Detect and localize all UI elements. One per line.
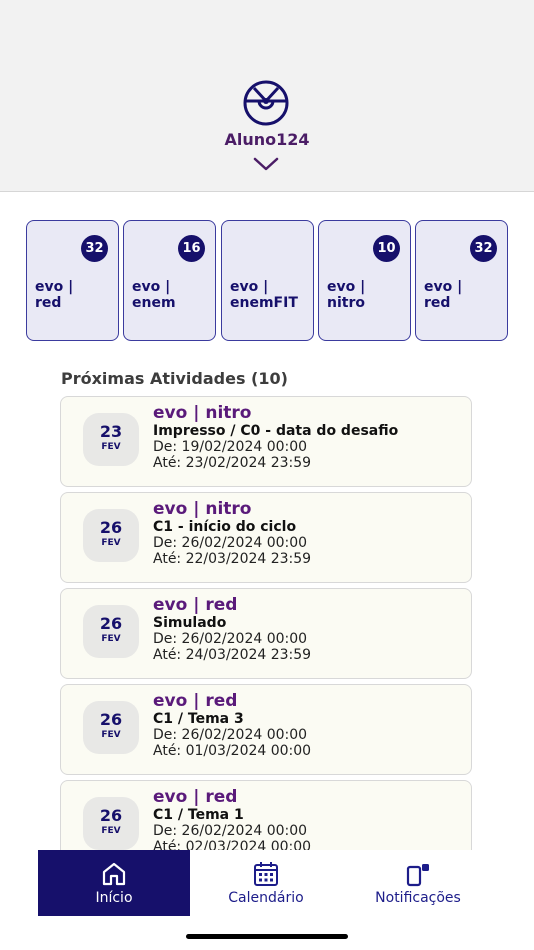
date-day: 26 [99, 518, 123, 537]
date-day: 26 [99, 614, 123, 633]
bottom-tab-bar: Início Calendário Notificações [0, 850, 534, 950]
activity-end: Até: 23/02/2024 23:59 [153, 455, 312, 471]
course-card-label: evo | red [424, 279, 463, 311]
profile-logo-icon[interactable] [243, 80, 289, 126]
activity-start: De: 26/02/2024 00:00 [153, 823, 308, 839]
activity-start: De: 26/02/2024 00:00 [153, 535, 308, 551]
activity-end: Até: 01/03/2024 00:00 [153, 743, 312, 759]
activity-item[interactable]: 26 FEV evo | red C1 / Tema 1 De: 26/02/2… [60, 780, 472, 850]
chevron-down-icon[interactable] [253, 156, 279, 172]
tab-label: Calendário [228, 890, 304, 906]
count-badge: 32 [81, 235, 108, 262]
section-title: Próximas Atividades (10) [61, 369, 288, 388]
activity-end: Até: 02/03/2024 00:00 [153, 839, 312, 850]
date-month: FEV [101, 826, 121, 836]
date-badge: 26 FEV [83, 509, 139, 562]
calendar-icon [254, 862, 278, 886]
tab-inicio[interactable]: Início [38, 850, 190, 916]
course-card-label: evo | nitro [327, 279, 366, 311]
course-card[interactable]: 10 evo | nitro [318, 220, 411, 341]
course-card[interactable]: 16 evo | enem [123, 220, 216, 341]
count-badge: 16 [178, 235, 205, 262]
date-day: 23 [99, 422, 123, 441]
home-icon [102, 862, 126, 886]
activity-course: evo | red [153, 787, 238, 807]
date-month: FEV [101, 634, 121, 644]
date-month: FEV [101, 442, 121, 452]
date-month: FEV [101, 538, 121, 548]
date-badge: 23 FEV [83, 413, 139, 466]
username-label[interactable]: Aluno124 [0, 130, 534, 149]
activity-item[interactable]: 26 FEV evo | red Simulado De: 26/02/2024… [60, 588, 472, 679]
date-month: FEV [101, 730, 121, 740]
tab-calendario[interactable]: Calendário [190, 850, 342, 916]
course-card[interactable]: evo | enemFIT [221, 220, 314, 341]
activity-start: De: 26/02/2024 00:00 [153, 727, 308, 743]
date-badge: 26 FEV [83, 701, 139, 754]
course-card-label: evo | enemFIT [230, 279, 298, 311]
home-indicator [186, 934, 348, 939]
activity-title: C1 / Tema 3 [153, 711, 244, 727]
date-day: 26 [99, 710, 123, 729]
count-badge: 10 [373, 235, 400, 262]
activity-title: Simulado [153, 615, 227, 631]
activity-end: Até: 22/03/2024 23:59 [153, 551, 312, 567]
activity-course: evo | nitro [153, 403, 252, 423]
profile-header: Aluno124 [0, 0, 534, 192]
activities-list[interactable]: 23 FEV evo | nitro Impresso / C0 - data … [0, 394, 534, 850]
activity-course: evo | red [153, 595, 238, 615]
notifications-icon [406, 864, 429, 887]
course-card[interactable]: 32 evo | red [415, 220, 508, 341]
course-card[interactable]: 32 evo | red [26, 220, 119, 341]
activity-course: evo | nitro [153, 499, 252, 519]
tab-notificacoes[interactable]: Notificações [342, 850, 494, 916]
activity-item[interactable]: 26 FEV evo | red C1 / Tema 3 De: 26/02/2… [60, 684, 472, 775]
date-badge: 26 FEV [83, 797, 139, 850]
activity-item[interactable]: 26 FEV evo | nitro C1 - início do ciclo … [60, 492, 472, 583]
count-badge: 32 [470, 235, 497, 262]
activity-start: De: 19/02/2024 00:00 [153, 439, 308, 455]
activity-course: evo | red [153, 691, 238, 711]
activity-title: C1 / Tema 1 [153, 807, 244, 823]
activity-end: Até: 24/03/2024 23:59 [153, 647, 312, 663]
activity-title: Impresso / C0 - data do desafio [153, 423, 399, 439]
tab-label: Notificações [375, 890, 461, 906]
date-badge: 26 FEV [83, 605, 139, 658]
course-card-label: evo | enem [132, 279, 176, 311]
activity-start: De: 26/02/2024 00:00 [153, 631, 308, 647]
activity-title: C1 - início do ciclo [153, 519, 297, 535]
date-day: 26 [99, 806, 123, 825]
activity-item[interactable]: 23 FEV evo | nitro Impresso / C0 - data … [60, 396, 472, 487]
course-card-label: evo | red [35, 279, 74, 311]
tab-label: Início [95, 890, 133, 906]
